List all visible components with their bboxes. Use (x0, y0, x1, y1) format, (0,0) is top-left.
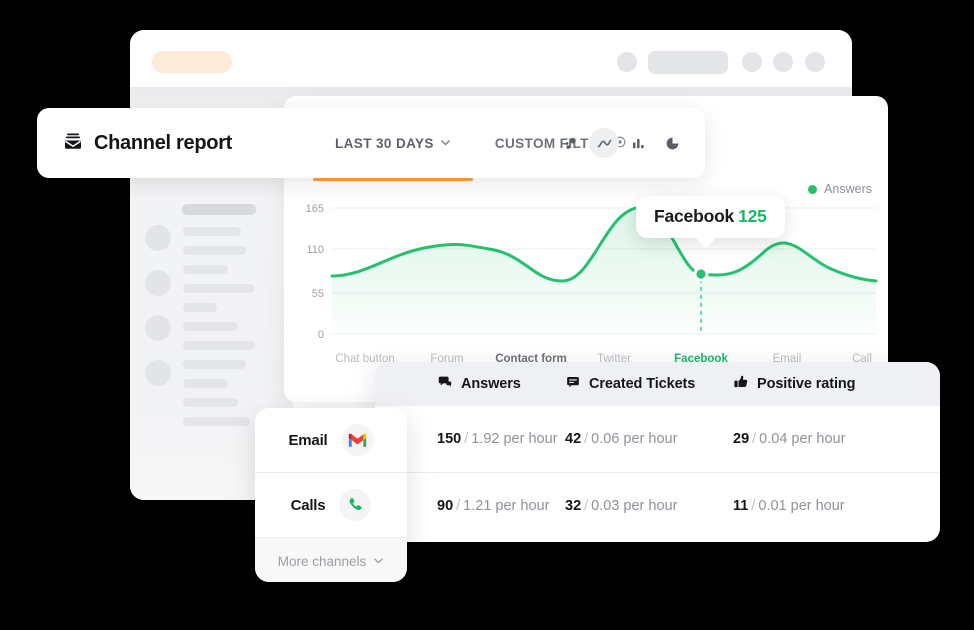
tooltip-label: Facebook (654, 206, 735, 226)
channels-panel: Email Calls More channels (255, 408, 407, 582)
channel-report-header-card: Channel report LAST 30 DAYS CUSTOM FILTE… (37, 108, 705, 181)
svg-text:55: 55 (312, 288, 324, 300)
skeleton-avatar (145, 360, 171, 386)
svg-text:0: 0 (318, 329, 324, 341)
skeleton-bar (183, 398, 238, 407)
gmail-icon (341, 424, 374, 456)
cell-positive-rating-rate: 0.04 per hour (759, 431, 846, 447)
chat-bubbles-icon (437, 374, 453, 394)
table-row: 90/1.21 per hour 32/0.03 per hour 11/0.0… (375, 473, 940, 539)
skeleton-bar (183, 284, 255, 293)
pie-chart-icon[interactable] (657, 128, 687, 158)
topbar-icon-placeholder-1 (617, 52, 637, 72)
skeleton-bar (183, 341, 255, 350)
column-header-positive-rating: Positive rating (733, 374, 913, 394)
topbar-icon-placeholder-3 (773, 52, 793, 72)
cell-created-tickets-rate: 0.06 per hour (591, 431, 678, 447)
cell-created-tickets: 42/0.06 per hour (565, 431, 733, 447)
channel-item-email-label: Email (288, 431, 328, 449)
cell-positive-rating-value: 29 (733, 431, 750, 447)
table-row: 150/1.92 per hour 42/0.06 per hour 29/0.… (375, 406, 940, 473)
message-icon (565, 374, 581, 394)
cell-created-tickets-rate: 0.03 per hour (591, 498, 678, 514)
cell-answers-rate: 1.92 per hour (471, 431, 558, 447)
svg-text:165: 165 (306, 203, 324, 215)
cell-created-tickets-value: 32 (565, 498, 582, 514)
tab-last-30-days-label: LAST 30 DAYS (335, 135, 434, 151)
topbar-brand-placeholder (152, 51, 232, 73)
skeleton-bar (182, 204, 256, 215)
cell-created-tickets: 32/0.03 per hour (565, 498, 733, 514)
value-separator: / (584, 431, 589, 447)
metrics-table-panel: Answers Created Tickets Positive rating … (375, 362, 940, 542)
column-header-answers-label: Answers (461, 376, 521, 392)
active-tab-underline (313, 178, 473, 181)
chart-tooltip: Facebook 125 (636, 196, 785, 238)
cell-answers-value: 90 (437, 498, 454, 514)
channel-item-calls-label: Calls (290, 496, 326, 514)
channel-item-calls[interactable]: Calls (255, 473, 407, 538)
bar-chart-icon[interactable] (623, 128, 653, 158)
value-separator: / (584, 498, 589, 514)
skeleton-bar (183, 303, 217, 312)
skeleton-bar (183, 265, 228, 274)
value-separator: / (464, 431, 469, 447)
phone-icon (339, 489, 372, 521)
cell-positive-rating-rate: 0.01 per hour (758, 498, 845, 514)
cell-positive-rating: 11/0.01 per hour (733, 498, 913, 514)
background-topbar (130, 30, 852, 87)
more-channels-label: More channels (277, 553, 367, 569)
inbox-icon (63, 131, 83, 156)
skeleton-bar (183, 227, 241, 236)
cell-created-tickets-value: 42 (565, 431, 582, 447)
cell-positive-rating: 29/0.04 per hour (733, 431, 913, 447)
page-title: Channel report (94, 131, 233, 154)
skeleton-bar (183, 322, 238, 331)
skeleton-bar (183, 246, 246, 255)
skeleton-bar (183, 417, 250, 426)
topbar-icon-placeholder-2 (742, 52, 762, 72)
value-separator: / (456, 498, 461, 514)
topbar-icon-placeholder-4 (805, 52, 825, 72)
skeleton-bar (183, 379, 228, 388)
column-header-answers: Answers (375, 374, 565, 394)
topbar-search-placeholder (648, 51, 728, 74)
cell-answers-rate: 1.21 per hour (463, 498, 550, 514)
table-header-row: Answers Created Tickets Positive rating (375, 362, 940, 406)
column-header-created-tickets: Created Tickets (565, 374, 733, 394)
value-separator: / (752, 431, 757, 447)
column-header-created-tickets-label: Created Tickets (589, 376, 696, 392)
tab-last-30-days[interactable]: LAST 30 DAYS (313, 108, 473, 181)
chevron-down-icon (440, 136, 451, 151)
legend-label-answers: Answers (824, 182, 872, 196)
line-chart-icon[interactable] (589, 128, 619, 158)
thumbs-up-icon (733, 374, 749, 394)
page-title-group: Channel report (63, 131, 313, 156)
screenshot-stage: 165 110 55 0 Chat button Forum Contact f… (0, 0, 974, 630)
legend-dot-icon (808, 184, 818, 194)
skeleton-avatar (145, 315, 171, 341)
channel-item-email[interactable]: Email (255, 408, 407, 473)
scatter-chart-icon[interactable] (555, 128, 585, 158)
cell-positive-rating-value: 11 (733, 498, 749, 514)
more-channels-button[interactable]: More channels (255, 538, 407, 582)
chart-legend: Answers (808, 182, 872, 196)
chevron-down-icon (373, 554, 384, 569)
column-header-positive-rating-label: Positive rating (757, 376, 856, 392)
skeleton-avatar (145, 270, 171, 296)
cell-answers-value: 150 (437, 431, 462, 447)
chart-type-switcher (555, 128, 687, 158)
value-separator: / (751, 498, 756, 514)
tooltip-value: 125 (738, 206, 767, 226)
svg-text:110: 110 (306, 244, 324, 256)
skeleton-bar (183, 360, 246, 369)
skeleton-avatar (145, 225, 171, 251)
